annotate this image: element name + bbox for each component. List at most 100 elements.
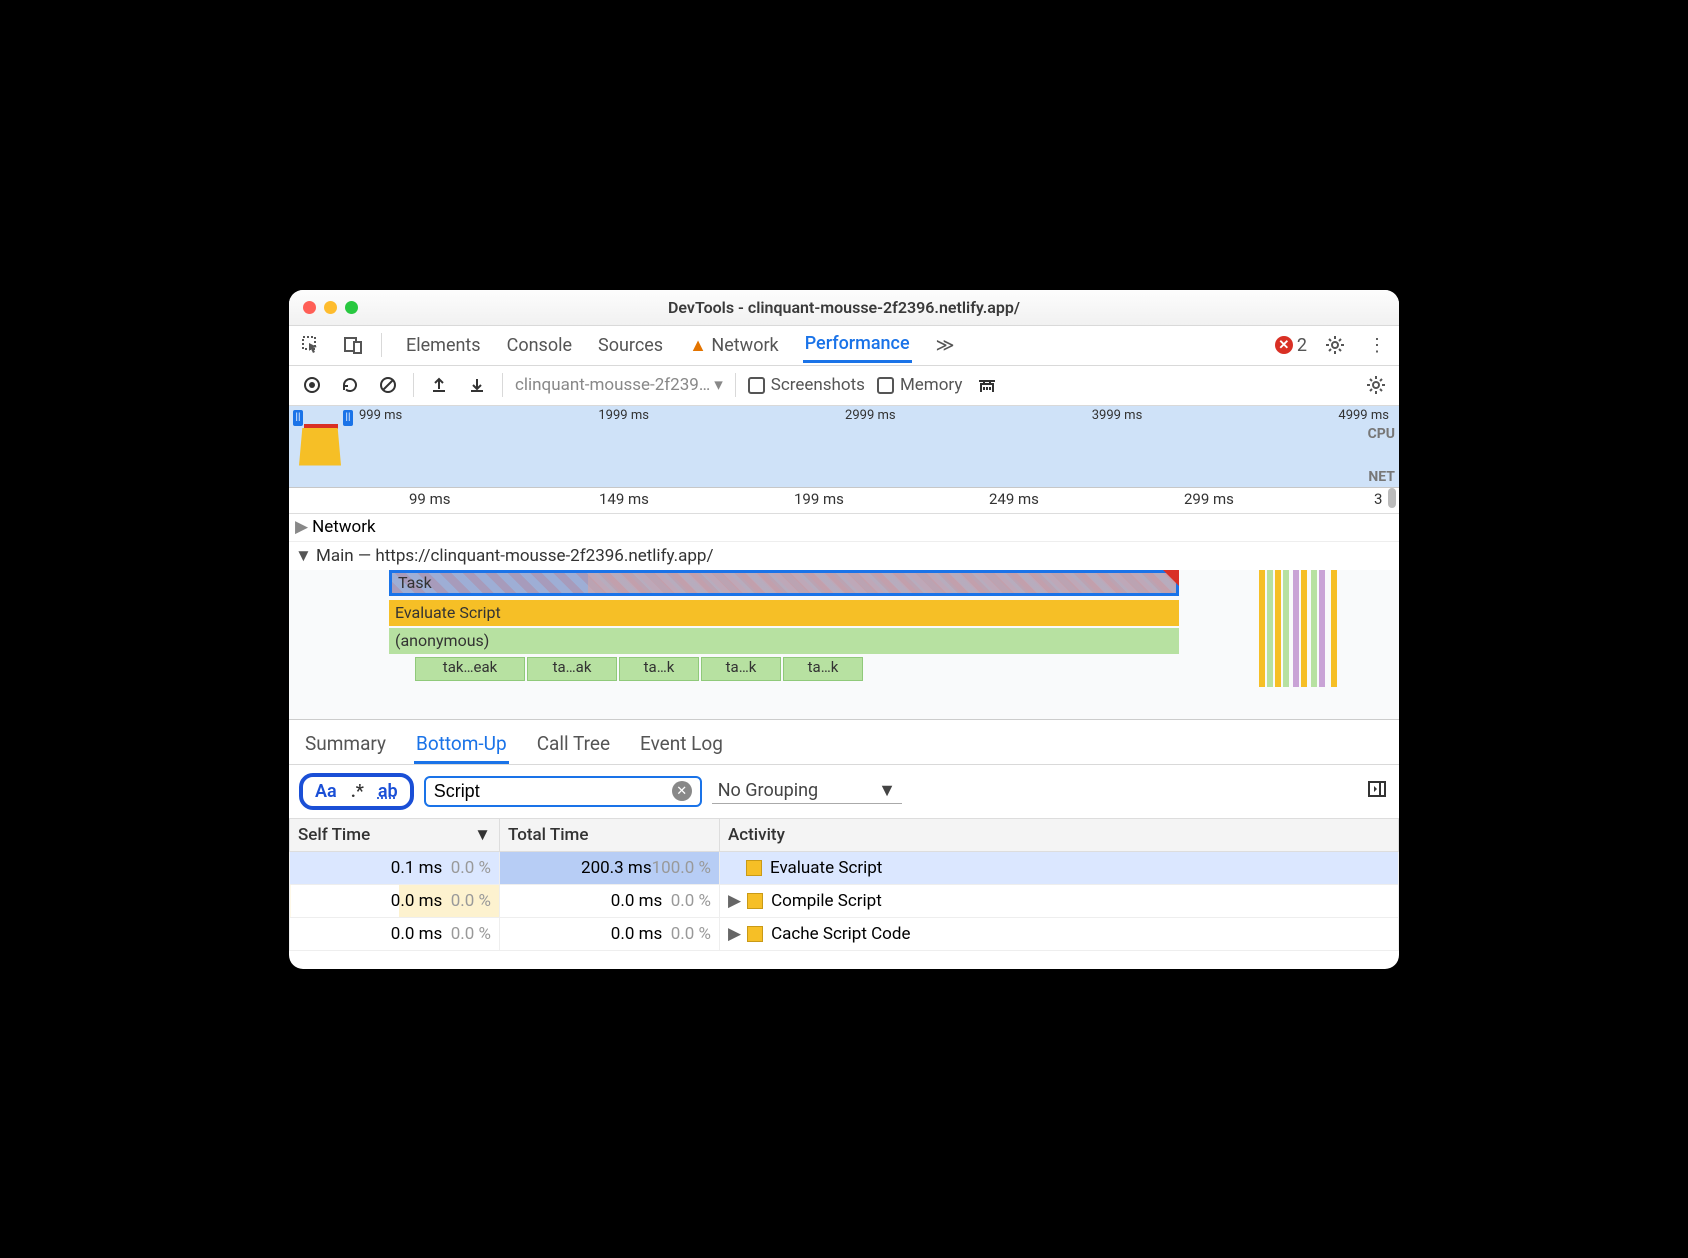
memory-checkbox[interactable]: Memory (877, 375, 962, 395)
record-button[interactable] (299, 372, 325, 398)
flame-block[interactable]: ta…k (619, 657, 699, 681)
tab-console[interactable]: Console (505, 329, 574, 362)
checkbox-icon (748, 377, 765, 394)
tick: 99 ms (409, 490, 450, 508)
tab-event-log[interactable]: Event Log (638, 726, 725, 764)
tab-summary[interactable]: Summary (303, 726, 388, 764)
color-swatch-icon (747, 893, 763, 909)
error-badge[interactable]: ✕ 2 (1275, 335, 1307, 356)
inspect-element-icon[interactable] (297, 331, 325, 359)
expand-icon[interactable]: ▶ (728, 924, 741, 944)
total-ms: 0.0 ms (611, 891, 663, 911)
upload-button[interactable] (426, 372, 452, 398)
divider (502, 373, 503, 397)
capture-settings-icon[interactable] (1363, 372, 1389, 398)
tick: 299 ms (1184, 490, 1234, 508)
minimize-icon[interactable] (324, 301, 337, 314)
clear-button[interactable] (375, 372, 401, 398)
tick: 3 (1374, 490, 1382, 508)
table-row[interactable]: 0.0 ms 0.0 % 0.0 ms 0.0 % ▶Compile Scrip… (290, 884, 1399, 917)
timeline-overview[interactable]: 999 ms 1999 ms 2999 ms 3999 ms 4999 ms |… (289, 406, 1399, 488)
main-thread-header[interactable]: ▼ Main — https://clinquant-mousse-2f2396… (289, 542, 1399, 570)
network-lane[interactable]: ▶ Network (289, 514, 1399, 542)
checkbox-icon (877, 377, 894, 394)
flame-anonymous[interactable]: (anonymous) (389, 628, 1179, 654)
tick: 999 ms (359, 408, 402, 423)
tab-bottom-up[interactable]: Bottom-Up (414, 726, 509, 764)
error-count: 2 (1297, 335, 1307, 356)
col-total-time[interactable]: Total Time (500, 818, 720, 851)
profile-selector[interactable]: clinquant-mousse-2f239… ▾ (515, 375, 723, 395)
network-lane-label: Network (312, 517, 376, 537)
garbage-collect-button[interactable] (974, 372, 1000, 398)
table-row[interactable]: 0.0 ms 0.0 % 0.0 ms 0.0 % ▶Cache Script … (290, 917, 1399, 950)
expand-icon[interactable]: ▶ (728, 891, 741, 911)
range-handle-left[interactable]: || (293, 410, 303, 426)
total-pct: 0.0 % (671, 891, 711, 911)
screenshots-label: Screenshots (771, 375, 865, 395)
bottom-up-table: Self Time▼ Total Time Activity 0.1 ms 0.… (289, 818, 1399, 951)
flame-block[interactable]: tak…eak (415, 657, 525, 681)
color-swatch-icon (746, 860, 762, 876)
flame-block[interactable]: ta…k (783, 657, 863, 681)
tab-sources[interactable]: Sources (596, 329, 665, 362)
table-row[interactable]: 0.1 ms 0.0 % 200.3 ms100.0 % Evaluate Sc… (290, 851, 1399, 884)
window-title: DevTools - clinquant-mousse-2f2396.netli… (289, 298, 1399, 317)
flame-evaluate-script[interactable]: Evaluate Script (389, 600, 1179, 626)
tick: 149 ms (599, 490, 649, 508)
kebab-menu-icon[interactable]: ⋮ (1363, 331, 1391, 359)
match-case-button[interactable]: Aa (315, 781, 337, 802)
warning-icon: ▲ (689, 335, 707, 356)
show-sidebar-icon[interactable] (1367, 779, 1387, 804)
grouping-select[interactable]: No Grouping ▼ (712, 778, 902, 804)
settings-icon[interactable] (1321, 331, 1349, 359)
overview-ticks: 999 ms 1999 ms 2999 ms 3999 ms 4999 ms (289, 408, 1399, 423)
download-button[interactable] (464, 372, 490, 398)
tab-performance[interactable]: Performance (803, 327, 912, 363)
tab-call-tree[interactable]: Call Tree (535, 726, 612, 764)
self-pct: 0.0 % (451, 891, 491, 911)
tick: 1999 ms (598, 408, 649, 423)
color-swatch-icon (747, 926, 763, 942)
self-pct: 0.0 % (451, 924, 491, 944)
collapse-icon: ▼ (295, 546, 312, 566)
flame-block[interactable]: ta…k (701, 657, 781, 681)
total-pct: 0.0 % (671, 924, 711, 944)
more-tabs-button[interactable]: ≫ (934, 329, 957, 362)
device-toolbar-icon[interactable] (339, 331, 367, 359)
col-activity[interactable]: Activity (720, 818, 1399, 851)
titlebar: DevTools - clinquant-mousse-2f2396.netli… (289, 290, 1399, 326)
flame-chart[interactable]: Task Evaluate Script (anonymous) tak…eak… (289, 570, 1399, 720)
profile-name: clinquant-mousse-2f239… (515, 375, 710, 395)
screenshots-checkbox[interactable]: Screenshots (748, 375, 865, 395)
zoom-icon[interactable] (345, 301, 358, 314)
flame-block[interactable]: ta…ak (527, 657, 617, 681)
tab-elements[interactable]: Elements (404, 329, 483, 362)
memory-label: Memory (900, 375, 962, 395)
flame-leaf-row: tak…eak ta…ak ta…k ta…k ta…k (409, 656, 1179, 682)
tick: 3999 ms (1092, 408, 1143, 423)
chevron-down-icon: ▼ (878, 780, 896, 801)
error-icon: ✕ (1275, 336, 1293, 354)
net-label: NET (1368, 469, 1395, 485)
detail-tabs: Summary Bottom-Up Call Tree Event Log (289, 720, 1399, 765)
self-ms: 0.0 ms (391, 891, 443, 911)
tick: 199 ms (794, 490, 844, 508)
clear-filter-icon[interactable]: ✕ (672, 781, 692, 801)
reload-button[interactable] (337, 372, 363, 398)
col-self-label: Self Time (298, 825, 370, 845)
flame-task[interactable]: Task (389, 570, 1179, 596)
performance-toolbar: clinquant-mousse-2f239… ▾ Screenshots Me… (289, 366, 1399, 406)
range-handle-right[interactable]: || (343, 410, 353, 426)
tab-network[interactable]: ▲ Network (687, 329, 781, 362)
close-icon[interactable] (303, 301, 316, 314)
match-whole-word-button[interactable]: ab (378, 781, 398, 802)
filter-row: Aa .* ab ✕ No Grouping ▼ (289, 765, 1399, 818)
expand-icon: ▶ (295, 517, 308, 537)
regex-button[interactable]: .* (351, 781, 364, 802)
scrollbar[interactable] (1388, 488, 1396, 508)
divider (413, 373, 414, 397)
filter-input[interactable] (434, 781, 666, 802)
time-ruler: 99 ms 149 ms 199 ms 249 ms 299 ms 3 (289, 488, 1399, 514)
col-self-time[interactable]: Self Time▼ (290, 818, 500, 851)
